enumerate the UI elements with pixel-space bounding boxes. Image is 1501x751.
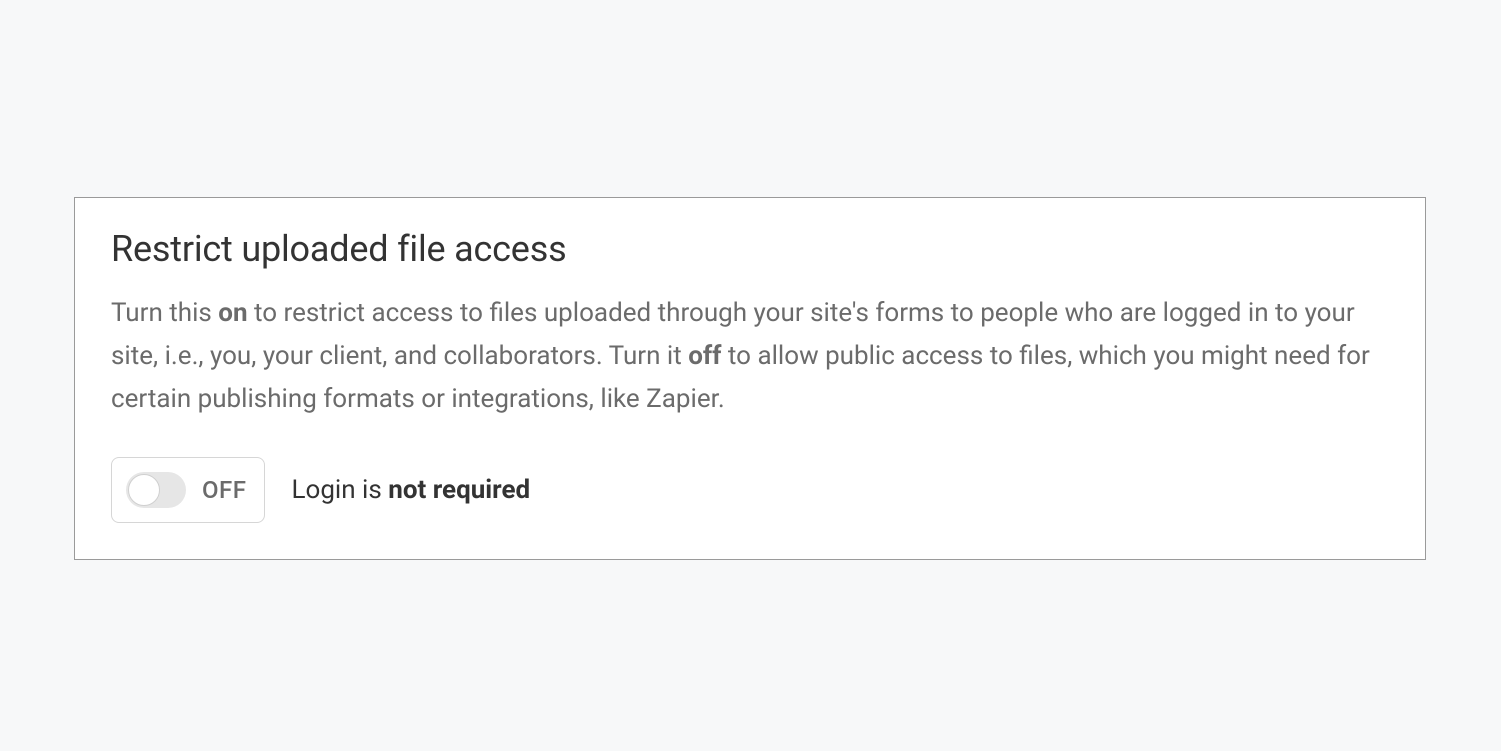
status-prefix: Login is xyxy=(291,475,388,505)
restrict-access-toggle[interactable]: OFF xyxy=(111,457,265,523)
card-description: Turn this on to restrict access to files… xyxy=(111,292,1389,421)
description-bold-off: off xyxy=(688,341,721,371)
description-text: Turn this xyxy=(111,298,218,328)
toggle-knob xyxy=(128,474,160,506)
toggle-state-label: OFF xyxy=(202,476,246,504)
toggle-track xyxy=(126,472,186,508)
description-bold-on: on xyxy=(218,298,247,328)
restrict-file-access-card: Restrict uploaded file access Turn this … xyxy=(74,197,1426,560)
status-bold: not required xyxy=(388,475,530,505)
card-title: Restrict uploaded file access xyxy=(111,228,1389,270)
toggle-row: OFF Login is not required xyxy=(111,457,1389,523)
login-status-text: Login is not required xyxy=(291,475,530,505)
